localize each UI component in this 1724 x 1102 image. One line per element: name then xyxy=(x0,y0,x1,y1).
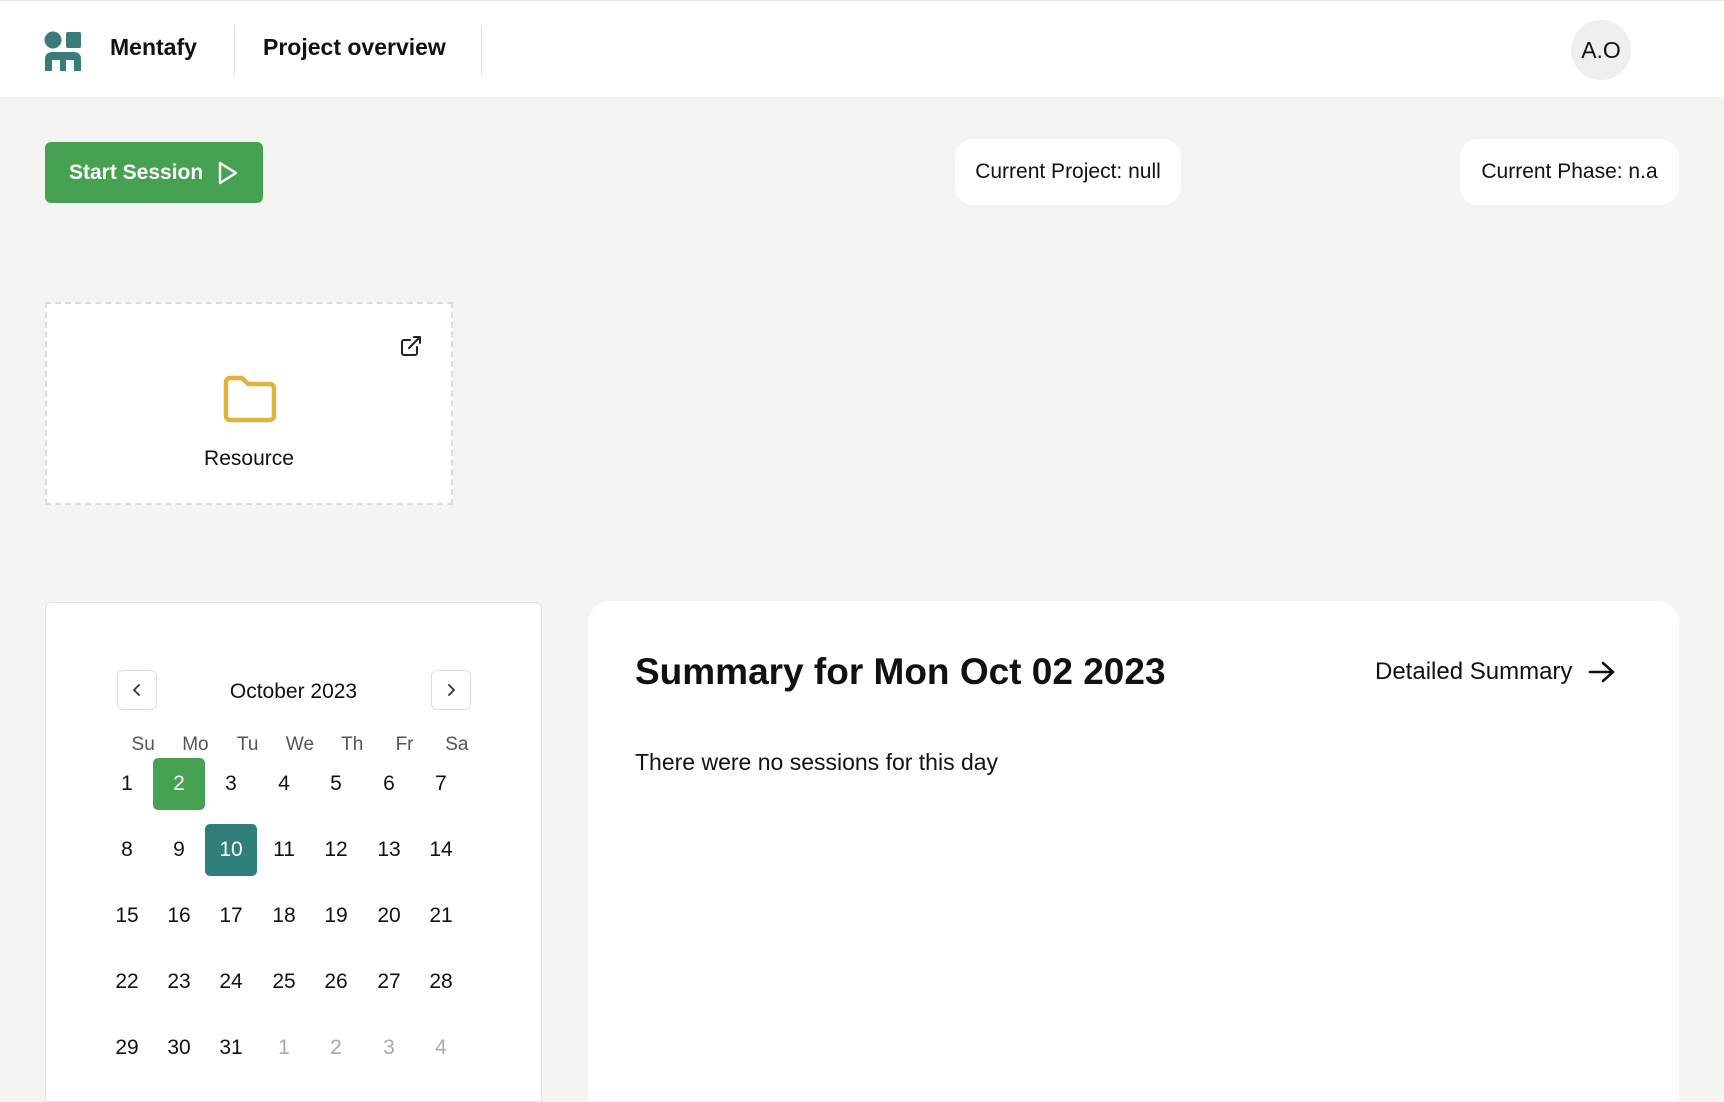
weekday-label: Tu xyxy=(236,734,259,755)
calendar-day[interactable]: 8 xyxy=(101,824,153,876)
calendar-day-selected[interactable]: 2 xyxy=(153,758,205,810)
calendar-day[interactable]: 30 xyxy=(153,1022,205,1074)
folder-icon xyxy=(223,375,277,423)
start-session-button[interactable]: Start Session xyxy=(45,142,263,203)
current-project-badge: Current Project: null xyxy=(955,139,1181,205)
calendar-day[interactable]: 13 xyxy=(363,824,415,876)
calendar-day[interactable]: 11 xyxy=(258,824,310,876)
calendar-day[interactable]: 21 xyxy=(415,890,467,942)
mentafy-logo[interactable] xyxy=(44,31,82,71)
calendar-day[interactable]: 6 xyxy=(363,758,415,810)
summary-title: Summary for Mon Oct 02 2023 xyxy=(635,651,1166,692)
nav-project-overview[interactable]: Project overview xyxy=(263,34,446,61)
calendar-day[interactable]: 17 xyxy=(205,890,257,942)
weekday-label: Fr xyxy=(395,734,414,755)
calendar-day[interactable]: 14 xyxy=(415,824,467,876)
calendar-day[interactable]: 1 xyxy=(101,758,153,810)
calendar-day[interactable]: 23 xyxy=(153,956,205,1008)
weekday-label: Th xyxy=(341,734,364,755)
external-link-icon[interactable] xyxy=(399,334,423,358)
calendar-day[interactable]: 12 xyxy=(310,824,362,876)
calendar-day[interactable]: 20 xyxy=(363,890,415,942)
calendar-day[interactable]: 29 xyxy=(101,1022,153,1074)
calendar-day[interactable]: 9 xyxy=(153,824,205,876)
calendar-day[interactable]: 3 xyxy=(205,758,257,810)
calendar-day[interactable]: 16 xyxy=(153,890,205,942)
arrow-right-icon xyxy=(1589,661,1615,683)
calendar-day[interactable]: 28 xyxy=(415,956,467,1008)
resource-card[interactable]: Resource xyxy=(45,302,453,505)
calendar-day[interactable]: 5 xyxy=(310,758,362,810)
calendar-day[interactable]: 15 xyxy=(101,890,153,942)
calendar-day[interactable]: 25 xyxy=(258,956,310,1008)
calendar-day[interactable]: 22 xyxy=(101,956,153,1008)
calendar-day[interactable]: 24 xyxy=(205,956,257,1008)
brand-name[interactable]: Mentafy xyxy=(110,34,197,61)
header-divider xyxy=(234,25,235,75)
current-phase-badge: Current Phase: n.a xyxy=(1460,139,1679,205)
top-header: Mentafy Project overview A.O xyxy=(0,0,1724,97)
calendar-day[interactable]: 27 xyxy=(363,956,415,1008)
weekday-label: We xyxy=(285,734,315,755)
start-session-label: Start Session xyxy=(69,160,204,184)
calendar-day[interactable]: 3 xyxy=(363,1022,415,1074)
weekday-label: Su xyxy=(131,734,155,755)
play-icon xyxy=(219,161,238,184)
calendar-day[interactable]: 4 xyxy=(258,758,310,810)
calendar-day[interactable]: 26 xyxy=(310,956,362,1008)
detailed-summary-label: Detailed Summary xyxy=(1375,658,1573,685)
summary-empty-text: There were no sessions for this day xyxy=(635,749,999,775)
chevron-right-icon xyxy=(448,684,455,696)
calendar-day[interactable]: 19 xyxy=(310,890,362,942)
user-avatar[interactable]: A.O xyxy=(1571,20,1631,80)
calendar-day[interactable]: 4 xyxy=(415,1022,467,1074)
calendar-card: October 2023 Su Mo Tu We Th Fr Sa 123456… xyxy=(45,602,542,1102)
detailed-summary-link[interactable]: Detailed Summary xyxy=(1375,658,1616,686)
resource-label: Resource xyxy=(204,447,294,470)
calendar-day[interactable]: 7 xyxy=(415,758,467,810)
calendar-day[interactable]: 31 xyxy=(205,1022,257,1074)
header-divider xyxy=(481,25,482,75)
calendar-day[interactable]: 18 xyxy=(258,890,310,942)
weekday-header: Su Mo Tu We Th Fr Sa xyxy=(117,734,483,756)
weekday-label: Sa xyxy=(445,734,469,755)
weekday-label: Mo xyxy=(182,734,209,755)
summary-card: Summary for Mon Oct 02 2023 Detailed Sum… xyxy=(588,601,1679,1101)
calendar-day-today[interactable]: 10 xyxy=(205,824,257,876)
calendar-day[interactable]: 1 xyxy=(258,1022,310,1074)
calendar-day[interactable]: 2 xyxy=(310,1022,362,1074)
next-month-button[interactable] xyxy=(431,670,471,710)
